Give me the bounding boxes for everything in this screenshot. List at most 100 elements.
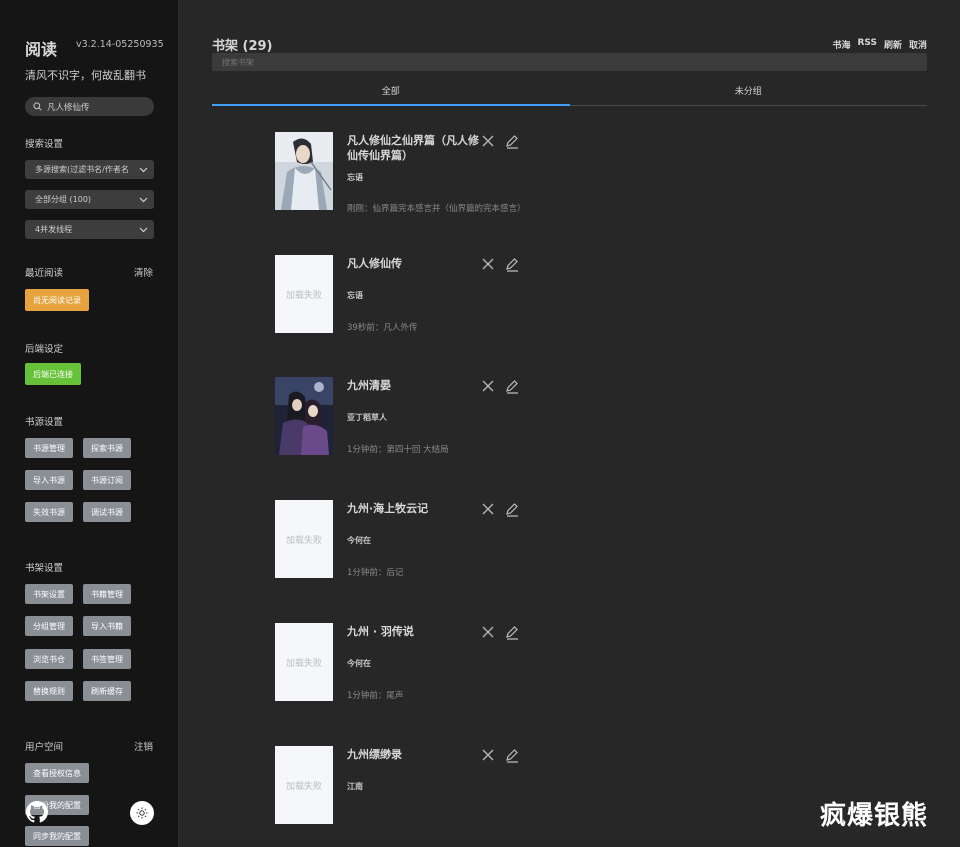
book-name: 九州清晏 bbox=[347, 379, 391, 392]
tab-ungrouped[interactable]: 未分组 bbox=[570, 82, 928, 105]
app-version: v3.2.14-05250935 bbox=[76, 39, 164, 50]
user-space-title: 用户空间 bbox=[25, 742, 64, 753]
chevron-down-icon bbox=[139, 167, 148, 172]
refresh-cache-button[interactable]: 刷新缓存 bbox=[83, 681, 131, 701]
shelf-search[interactable] bbox=[212, 53, 927, 71]
book-manage-button[interactable]: 书籍管理 bbox=[83, 584, 131, 604]
book-name: 九州缥缈录 bbox=[347, 748, 402, 761]
edit-icon[interactable] bbox=[504, 256, 520, 272]
invalid-source-button[interactable]: 失效书源 bbox=[25, 502, 73, 522]
backend-status-tag[interactable]: 后端已连接 bbox=[25, 363, 81, 385]
edit-icon[interactable] bbox=[504, 501, 520, 517]
edit-icon[interactable] bbox=[504, 747, 520, 763]
rss-button[interactable]: RSS bbox=[857, 38, 877, 51]
close-icon[interactable] bbox=[482, 380, 494, 392]
app-title: 阅读 bbox=[25, 40, 58, 59]
book-cover[interactable]: 加载失败 bbox=[275, 500, 333, 578]
book-cover[interactable]: 加载失败 bbox=[275, 255, 333, 333]
cover-image bbox=[275, 377, 333, 455]
group-select-value: 全部分组 (100) bbox=[35, 195, 92, 204]
book-item[interactable]: 加载失败 九州缥缈录 江南 bbox=[275, 746, 535, 824]
replace-rules-button[interactable]: 替换规则 bbox=[25, 681, 73, 701]
sidebar-search-input[interactable] bbox=[47, 101, 147, 112]
book-latest-chapter: 1分钟前：尾声 bbox=[347, 691, 404, 701]
shelf-search-input[interactable] bbox=[222, 57, 927, 67]
sidebar-search[interactable] bbox=[25, 97, 154, 116]
recent-clear-button[interactable]: 清除 bbox=[134, 265, 153, 279]
cover-failed-label: 加载失败 bbox=[285, 290, 322, 301]
book-name: 九州·海上牧云记 bbox=[347, 502, 429, 515]
shelf-settings-title: 书架设置 bbox=[25, 563, 64, 574]
chevron-down-icon bbox=[139, 227, 148, 232]
book-item[interactable]: 加载失败 凡人修仙传 忘语 39秒前：凡人外传 bbox=[275, 255, 535, 333]
close-icon[interactable] bbox=[482, 258, 494, 270]
import-source-button[interactable]: 导入书源 bbox=[25, 470, 73, 490]
tab-all[interactable]: 全部 bbox=[212, 82, 570, 106]
recent-empty-tag[interactable]: 尚无阅读记录 bbox=[25, 289, 89, 311]
book-author: 忘语 bbox=[347, 291, 363, 300]
source-select-value: 多源搜索(过滤书名/作者名 bbox=[35, 165, 129, 174]
shelf-tabs: 全部 未分组 bbox=[212, 82, 927, 106]
browse-storage-button[interactable]: 浏览书仓 bbox=[25, 649, 73, 669]
github-icon[interactable] bbox=[26, 801, 48, 823]
book-cover[interactable] bbox=[275, 132, 333, 210]
view-license-button[interactable]: 查看授权信息 bbox=[25, 763, 89, 783]
book-author: 今何在 bbox=[347, 536, 371, 545]
bookmark-manage-button[interactable]: 书签管理 bbox=[83, 649, 131, 669]
book-name: 凡人修仙之仙界篇（凡人修仙传仙界篇） bbox=[347, 134, 479, 162]
edit-icon[interactable] bbox=[504, 133, 520, 149]
book-cover[interactable]: 加载失败 bbox=[275, 623, 333, 701]
source-settings-title: 书源设置 bbox=[25, 417, 64, 428]
book-item[interactable]: 凡人修仙之仙界篇（凡人修仙传仙界篇） 忘语 刚刚：仙界篇完本感言并（仙界篇的完本… bbox=[275, 132, 535, 214]
book-latest-chapter: 1分钟前：第四十回 大结局 bbox=[347, 445, 449, 455]
search-icon bbox=[33, 102, 42, 111]
import-book-button[interactable]: 导入书籍 bbox=[83, 616, 131, 636]
book-item[interactable]: 九州清晏 亚丁稻草人 1分钟前：第四十回 大结局 bbox=[275, 377, 535, 455]
search-settings-title: 搜索设置 bbox=[25, 139, 64, 150]
recent-title: 最近阅读 bbox=[25, 268, 64, 279]
book-author: 忘语 bbox=[347, 173, 363, 182]
cancel-button[interactable]: 取消 bbox=[909, 38, 927, 51]
close-icon[interactable] bbox=[482, 626, 494, 638]
close-icon[interactable] bbox=[482, 503, 494, 515]
sidebar: 阅读 v3.2.14-05250935 清风不识字，何故乱翻书 搜索设置 多源搜… bbox=[0, 0, 179, 847]
close-icon[interactable] bbox=[482, 135, 494, 147]
cover-failed-label: 加载失败 bbox=[285, 658, 322, 669]
page-title: 书架 (29) bbox=[212, 39, 273, 54]
thread-select[interactable]: 4并发线程 bbox=[25, 220, 154, 239]
book-author: 江南 bbox=[347, 782, 363, 791]
main-content: 书架 (29) 书海 RSS 刷新 取消 全部 未分组 凡人修仙之仙界篇（凡人修… bbox=[180, 0, 960, 847]
refresh-button[interactable]: 刷新 bbox=[884, 38, 902, 51]
shelf-settings-button[interactable]: 书架设置 bbox=[25, 584, 73, 604]
close-icon[interactable] bbox=[482, 749, 494, 761]
backend-title: 后端设定 bbox=[25, 344, 64, 355]
explore-source-button[interactable]: 探索书源 bbox=[83, 438, 131, 458]
cover-image bbox=[275, 132, 333, 210]
theme-toggle-button[interactable] bbox=[130, 801, 154, 825]
debug-source-button[interactable]: 调试书源 bbox=[83, 502, 131, 522]
sun-icon bbox=[136, 807, 148, 819]
sync-config-button[interactable]: 同步我的配置 bbox=[25, 826, 89, 846]
top-actions: 书海 RSS 刷新 取消 bbox=[832, 38, 927, 51]
book-cover[interactable] bbox=[275, 377, 333, 455]
book-author: 亚丁稻草人 bbox=[347, 413, 387, 422]
book-sea-button[interactable]: 书海 bbox=[832, 38, 850, 51]
group-select[interactable]: 全部分组 (100) bbox=[25, 190, 154, 209]
book-name: 九州 · 羽传说 bbox=[347, 625, 414, 638]
edit-icon[interactable] bbox=[504, 624, 520, 640]
logout-button[interactable]: 注销 bbox=[134, 739, 153, 753]
group-manage-button[interactable]: 分组管理 bbox=[25, 616, 73, 636]
book-item[interactable]: 加载失败 九州 · 羽传说 今何在 1分钟前：尾声 bbox=[275, 623, 535, 701]
book-name: 凡人修仙传 bbox=[347, 257, 402, 270]
book-latest-chapter: 39秒前：凡人外传 bbox=[347, 323, 418, 333]
source-subscribe-button[interactable]: 书源订阅 bbox=[83, 470, 131, 490]
edit-icon[interactable] bbox=[504, 378, 520, 394]
book-cover[interactable]: 加载失败 bbox=[275, 746, 333, 824]
chevron-down-icon bbox=[139, 197, 148, 202]
book-latest-chapter: 1分钟前：后记 bbox=[347, 568, 404, 578]
source-manage-button[interactable]: 书源管理 bbox=[25, 438, 73, 458]
source-select[interactable]: 多源搜索(过滤书名/作者名 bbox=[25, 160, 154, 179]
book-author: 今何在 bbox=[347, 659, 371, 668]
cover-failed-label: 加载失败 bbox=[285, 781, 322, 792]
book-item[interactable]: 加载失败 九州·海上牧云记 今何在 1分钟前：后记 bbox=[275, 500, 535, 578]
